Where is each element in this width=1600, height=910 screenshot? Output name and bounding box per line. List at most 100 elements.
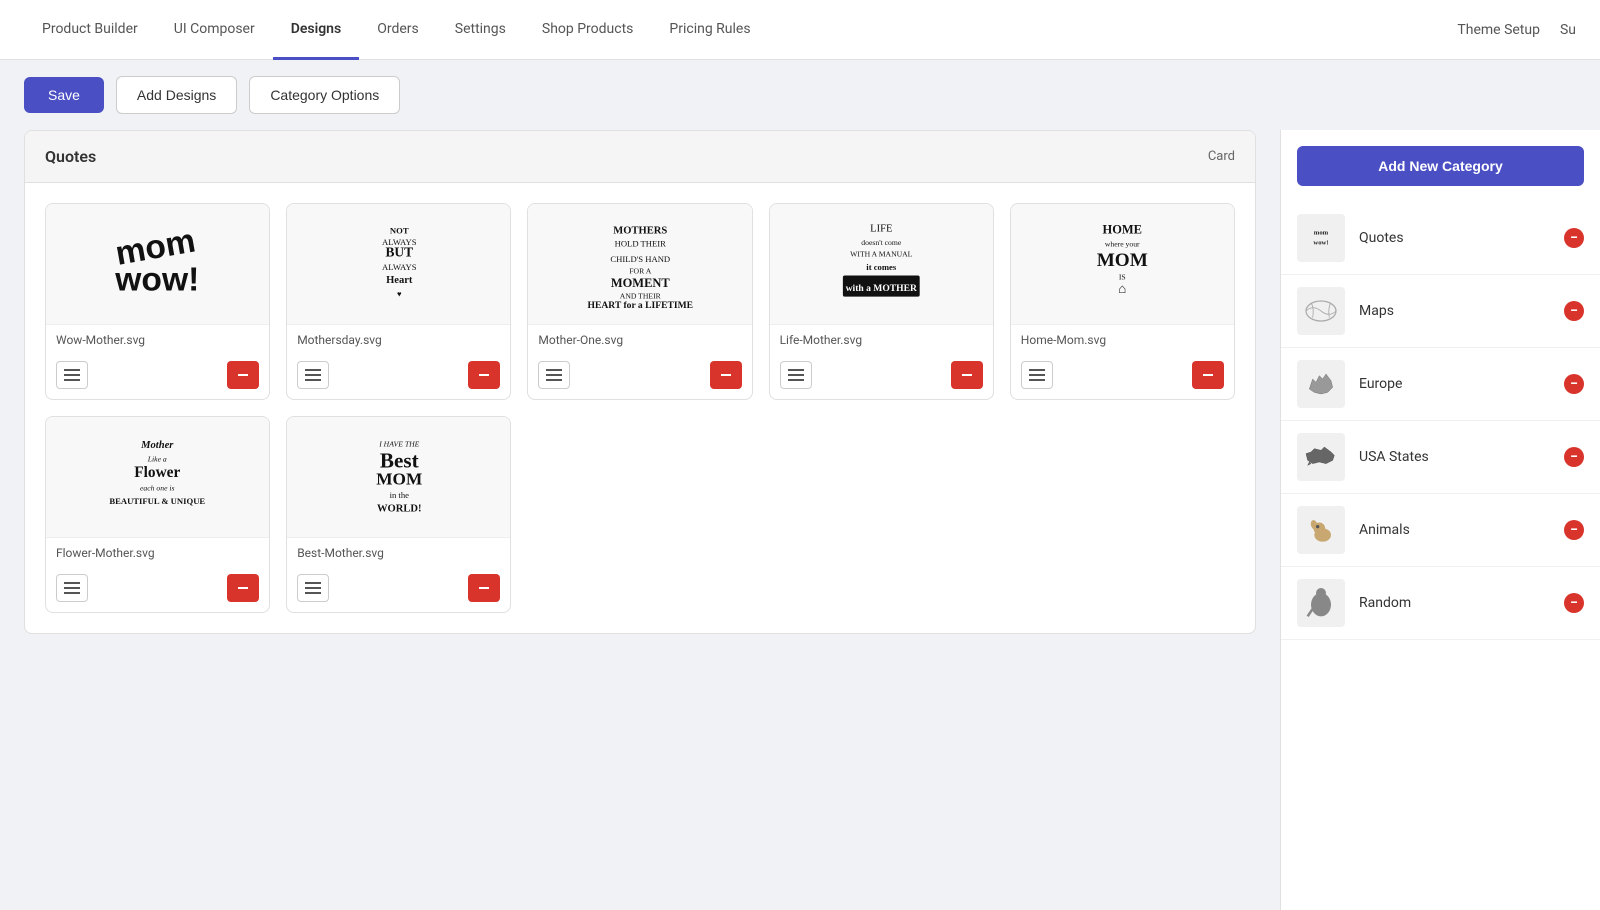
svg-text:BUT: BUT	[385, 244, 413, 259]
svg-text:WORLD!: WORLD!	[377, 504, 422, 515]
nav-item-designs[interactable]: Designs	[273, 0, 359, 60]
design-delete-button[interactable]	[1192, 361, 1224, 389]
add-new-category-button[interactable]: Add New Category	[1297, 146, 1584, 186]
design-thumbnail: I HAVE THE Best MOM in the WORLD!	[287, 417, 510, 537]
theme-setup-link[interactable]: Theme Setup	[1457, 22, 1540, 38]
design-grid: mom wow! Wow-Mother.svg	[25, 183, 1255, 633]
design-delete-button[interactable]	[951, 361, 983, 389]
svg-text:WITH A MANUAL: WITH A MANUAL	[850, 249, 913, 258]
remove-animals-button[interactable]: −	[1564, 520, 1584, 540]
design-thumbnail: NOT ALWAYS BUT ALWAYS Heart ♥	[287, 204, 510, 324]
svg-text:with a MOTHER: with a MOTHER	[846, 283, 917, 294]
top-navigation: Product Builder UI Composer Designs Orde…	[0, 0, 1600, 60]
design-lines-button[interactable]	[297, 361, 329, 389]
add-designs-button[interactable]: Add Designs	[116, 76, 237, 114]
svg-text:MOM: MOM	[376, 470, 422, 489]
nav-item-shop-products[interactable]: Shop Products	[524, 0, 652, 60]
sidebar-thumb-quotes: mom wow!	[1297, 214, 1345, 262]
remove-usa-button[interactable]: −	[1564, 447, 1584, 467]
save-button[interactable]: Save	[24, 77, 104, 113]
user-avatar[interactable]: Su	[1560, 22, 1576, 38]
category-title: Quotes	[45, 147, 96, 166]
design-name: Home-Mom.svg	[1011, 324, 1234, 355]
svg-text:MOM: MOM	[1097, 250, 1148, 271]
nav-item-orders[interactable]: Orders	[359, 0, 437, 60]
design-thumbnail: mom wow!	[46, 204, 269, 324]
design-delete-button[interactable]	[468, 574, 500, 602]
svg-text:MOTHERS: MOTHERS	[613, 225, 667, 236]
design-delete-button[interactable]	[227, 361, 259, 389]
nav-item-settings[interactable]: Settings	[437, 0, 524, 60]
svg-text:CHILD'S HAND: CHILD'S HAND	[610, 254, 670, 264]
svg-text:Like a: Like a	[147, 455, 167, 464]
svg-text:FOR A: FOR A	[629, 267, 651, 276]
design-name: Life-Mother.svg	[770, 324, 993, 355]
remove-maps-button[interactable]: −	[1564, 301, 1584, 321]
main-layout: Quotes Card mom wow! Wow-Mother.svg	[0, 130, 1600, 910]
toolbar: Save Add Designs Category Options	[0, 60, 1600, 130]
svg-text:HOLD THEIR: HOLD THEIR	[614, 239, 666, 249]
svg-text:wow!: wow!	[1313, 240, 1328, 247]
design-actions	[46, 568, 269, 612]
svg-text:HOME: HOME	[1103, 222, 1142, 236]
svg-text:mom: mom	[1314, 230, 1329, 237]
sidebar-label-quotes: Quotes	[1359, 230, 1584, 246]
design-card: I HAVE THE Best MOM in the WORLD! Best-M…	[286, 416, 511, 613]
design-card: MOTHERS HOLD THEIR CHILD'S HAND FOR A MO…	[527, 203, 752, 400]
sidebar-label-animals: Animals	[1359, 522, 1584, 538]
category-options-button[interactable]: Category Options	[249, 76, 400, 114]
nav-item-pricing-rules[interactable]: Pricing Rules	[651, 0, 768, 60]
design-name: Flower-Mother.svg	[46, 537, 269, 568]
svg-text:where your: where your	[1105, 240, 1140, 249]
nav-item-ui-composer[interactable]: UI Composer	[156, 0, 273, 60]
svg-text:⌂: ⌂	[1118, 281, 1126, 296]
sidebar-label-usa-states: USA States	[1359, 449, 1584, 465]
remove-quotes-button[interactable]: −	[1564, 228, 1584, 248]
category-section: Quotes Card mom wow! Wow-Mother.svg	[24, 130, 1256, 634]
design-lines-button[interactable]	[1021, 361, 1053, 389]
remove-europe-button[interactable]: −	[1564, 374, 1584, 394]
design-thumbnail: MOTHERS HOLD THEIR CHILD'S HAND FOR A MO…	[528, 204, 751, 324]
design-card: mom wow! Wow-Mother.svg	[45, 203, 270, 400]
svg-text:wow!: wow!	[115, 261, 200, 298]
sidebar-item-random[interactable]: Random −	[1281, 567, 1600, 640]
design-card: HOME where your MOM IS ⌂ Home-Mom.svg	[1010, 203, 1235, 400]
design-lines-button[interactable]	[297, 574, 329, 602]
sidebar-thumb-europe	[1297, 360, 1345, 408]
sidebar-item-europe[interactable]: Europe −	[1281, 348, 1600, 421]
svg-text:♥: ♥	[397, 290, 402, 299]
design-card: Mother Like a Flower each one is BEAUTIF…	[45, 416, 270, 613]
design-actions	[528, 355, 751, 399]
svg-text:Heart: Heart	[386, 275, 413, 286]
sidebar-item-maps[interactable]: Maps −	[1281, 275, 1600, 348]
design-card: NOT ALWAYS BUT ALWAYS Heart ♥ Mothersday…	[286, 203, 511, 400]
nav-item-product-builder[interactable]: Product Builder	[24, 0, 156, 60]
design-thumbnail: LIFE doesn't come WITH A MANUAL it comes…	[770, 204, 993, 324]
design-actions	[287, 355, 510, 399]
svg-text:BEAUTIFUL & UNIQUE: BEAUTIFUL & UNIQUE	[110, 496, 206, 506]
design-actions	[46, 355, 269, 399]
design-lines-button[interactable]	[538, 361, 570, 389]
design-name: Mother-One.svg	[528, 324, 751, 355]
design-delete-button[interactable]	[710, 361, 742, 389]
sidebar-item-usa-states[interactable]: USA States −	[1281, 421, 1600, 494]
sidebar-item-animals[interactable]: Animals −	[1281, 494, 1600, 567]
sidebar-label-maps: Maps	[1359, 303, 1584, 319]
svg-text:LIFE: LIFE	[870, 223, 892, 234]
design-delete-button[interactable]	[468, 361, 500, 389]
view-toggle[interactable]: Card	[1208, 149, 1235, 164]
content-area: Quotes Card mom wow! Wow-Mother.svg	[0, 130, 1280, 910]
sidebar-thumb-animals	[1297, 506, 1345, 554]
design-actions	[1011, 355, 1234, 399]
design-lines-button[interactable]	[56, 574, 88, 602]
sidebar-thumb-usa	[1297, 433, 1345, 481]
design-actions	[770, 355, 993, 399]
svg-text:Mother: Mother	[140, 440, 174, 451]
remove-random-button[interactable]: −	[1564, 593, 1584, 613]
design-delete-button[interactable]	[227, 574, 259, 602]
sidebar-item-quotes[interactable]: mom wow! Quotes −	[1281, 202, 1600, 275]
design-lines-button[interactable]	[56, 361, 88, 389]
design-thumbnail: HOME where your MOM IS ⌂	[1011, 204, 1234, 324]
design-lines-button[interactable]	[780, 361, 812, 389]
design-card: LIFE doesn't come WITH A MANUAL it comes…	[769, 203, 994, 400]
